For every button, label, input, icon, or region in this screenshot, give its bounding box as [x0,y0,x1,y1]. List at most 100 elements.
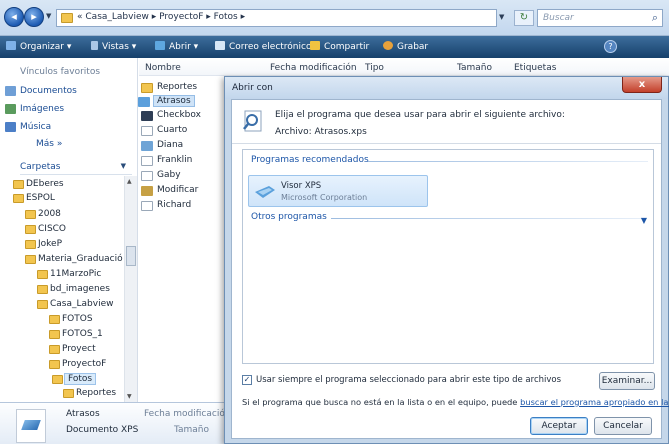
chevron-down-icon[interactable]: ▼ [121,162,126,170]
tree-item-proyectof[interactable]: ProyectoF [49,359,106,369]
always-use-label[interactable]: Usar siempre el programa seleccionado pa… [256,375,561,385]
cancel-button[interactable]: Cancelar [594,417,652,435]
navigation-pane: Vínculos favoritos Documentos Imágenes M… [0,58,138,402]
folder-icon [37,285,48,294]
file-item-atrasos[interactable]: Atrasos [138,95,195,107]
tree-item-casa-labview[interactable]: Casa_Labview [37,299,113,309]
chevron-down-icon[interactable]: ▼ [641,216,647,225]
address-path-field[interactable]: « Casa_Labview ▸ ProyectoF ▸ Fotos ▸ [56,9,497,27]
dialog-header: Elija el programa que desea usar para ab… [232,100,661,144]
file-item-checkbox[interactable]: Checkbox [141,110,201,121]
file-item-cuarto[interactable]: Cuarto [141,125,187,136]
col-tamano[interactable]: Tamaño [457,63,492,73]
always-use-checkbox[interactable]: ✓ [242,375,252,385]
search-icon[interactable]: ⌕ [652,11,658,25]
ok-button[interactable]: Aceptar [530,417,588,435]
file-item-reportes[interactable]: Reportes [141,82,197,93]
scroll-up-icon[interactable]: ▲ [127,178,132,185]
web-search-link[interactable]: buscar el programa apropiado en la Web. [520,397,669,407]
forward-button[interactable]: ▸ [24,7,44,27]
folder-icon [13,180,24,189]
back-button[interactable]: ◂ [4,7,24,27]
other-programs-header[interactable]: Otros programas [251,212,327,222]
xps-thumbnail-icon [16,409,46,443]
details-date-label: Fecha modificación [144,409,231,419]
tree-scrollbar[interactable]: ▲ ▼ [124,176,137,402]
program-item-visor-xps[interactable]: Visor XPS Microsoft Corporation [248,175,428,207]
details-size-label: Tamaño [174,425,210,435]
fav-imagenes[interactable]: Imágenes [5,104,64,114]
path-dropdown-icon[interactable]: ▼ [499,13,504,21]
dialog-instruction: Elija el programa que desea usar para ab… [275,110,565,120]
dialog-titlebar[interactable]: Abrir con x [225,77,668,99]
vistas-button[interactable]: Vistas ▾ [91,41,136,52]
file-icon [141,171,153,181]
organizar-button[interactable]: Organizar ▾ [6,41,71,52]
folder-icon [61,13,73,23]
file-item-richard[interactable]: Richard [141,200,191,211]
folder-icon [49,330,60,339]
col-fecha[interactable]: Fecha modificación [270,63,357,73]
scroll-down-icon[interactable]: ▼ [127,393,132,400]
fav-musica[interactable]: Música [5,122,51,132]
more-link[interactable]: Más » [36,139,62,149]
path-text[interactable]: Casa_Labview ▸ ProyectoF ▸ Fotos ▸ [85,12,245,22]
col-etiquetas[interactable]: Etiquetas [514,63,556,73]
tree-item-proyect[interactable]: Proyect [49,344,96,354]
close-button[interactable]: x [622,77,662,93]
col-nombre[interactable]: Nombre [145,63,181,73]
tree-item-cisco[interactable]: CISCO [25,224,66,234]
dialog-title: Abrir con [232,83,273,93]
tree-item-2008[interactable]: 2008 [25,209,61,219]
folder-icon [25,255,36,264]
folders-header[interactable]: Carpetas ▼ [20,162,132,175]
pictures-icon [5,104,16,114]
tree-item-espol[interactable]: ESPOL [13,193,55,203]
tree-item-fotos-selected[interactable]: Fotos [52,373,97,385]
tree-item-jokep[interactable]: JokeP [25,239,62,249]
fav-documentos[interactable]: Documentos [5,86,77,96]
scroll-thumb[interactable] [126,246,136,266]
tree-item-fotos-1[interactable]: FOTOS_1 [49,329,103,339]
recommended-header: Programas recomendados [251,155,369,165]
folder-icon [49,315,60,324]
music-icon [5,122,16,132]
correo-button[interactable]: Correo electrónico [215,41,311,52]
tree-item-deberes[interactable]: DEberes [13,179,64,189]
file-item-diana[interactable]: Diana [141,140,183,151]
tree-item-bd-imagenes[interactable]: bd_imagenes [37,284,110,294]
file-icon [141,156,153,166]
tree-item-fotos-upper[interactable]: FOTOS [49,314,93,324]
command-bar: Organizar ▾ Vistas ▾ Abrir ▾ Correo elec… [0,36,669,58]
file-item-franklin[interactable]: Franklin [141,155,192,166]
folder-icon [49,360,60,369]
folder-icon [63,389,74,398]
compartir-button[interactable]: Compartir [310,41,369,52]
email-icon [215,41,225,50]
dialog-body: Elija el programa que desea usar para ab… [231,99,669,439]
file-item-gaby[interactable]: Gaby [141,170,181,181]
refresh-button[interactable]: ↻ [514,10,534,26]
search-placeholder: Buscar [543,13,574,23]
history-dropdown-icon[interactable]: ▼ [46,12,51,20]
abrir-button[interactable]: Abrir ▾ [155,41,198,52]
search-file-icon [243,110,262,132]
help-icon[interactable]: ? [604,40,617,53]
search-input[interactable]: Buscar ⌕ [537,9,663,27]
image-file-icon [141,141,153,151]
tree-item-materia-graduacion[interactable]: Materia_Graduació [25,254,123,264]
tree-item-11marzopic[interactable]: 11MarzoPic [37,269,101,279]
share-icon [310,41,320,50]
program-name: Visor XPS [281,181,322,191]
col-tipo[interactable]: Tipo [365,63,384,73]
views-icon [91,41,98,50]
xps-viewer-icon [255,186,275,198]
tree-item-reportes[interactable]: Reportes [63,388,116,398]
path-overflow[interactable]: « [77,12,83,22]
grabar-button[interactable]: Grabar [383,41,428,52]
file-item-modificar[interactable]: Modificar [141,185,198,196]
group-divider [331,218,641,219]
browse-button[interactable]: Examinar... [599,372,655,390]
details-name: Atrasos [66,409,100,419]
xps-file-icon [138,97,150,107]
